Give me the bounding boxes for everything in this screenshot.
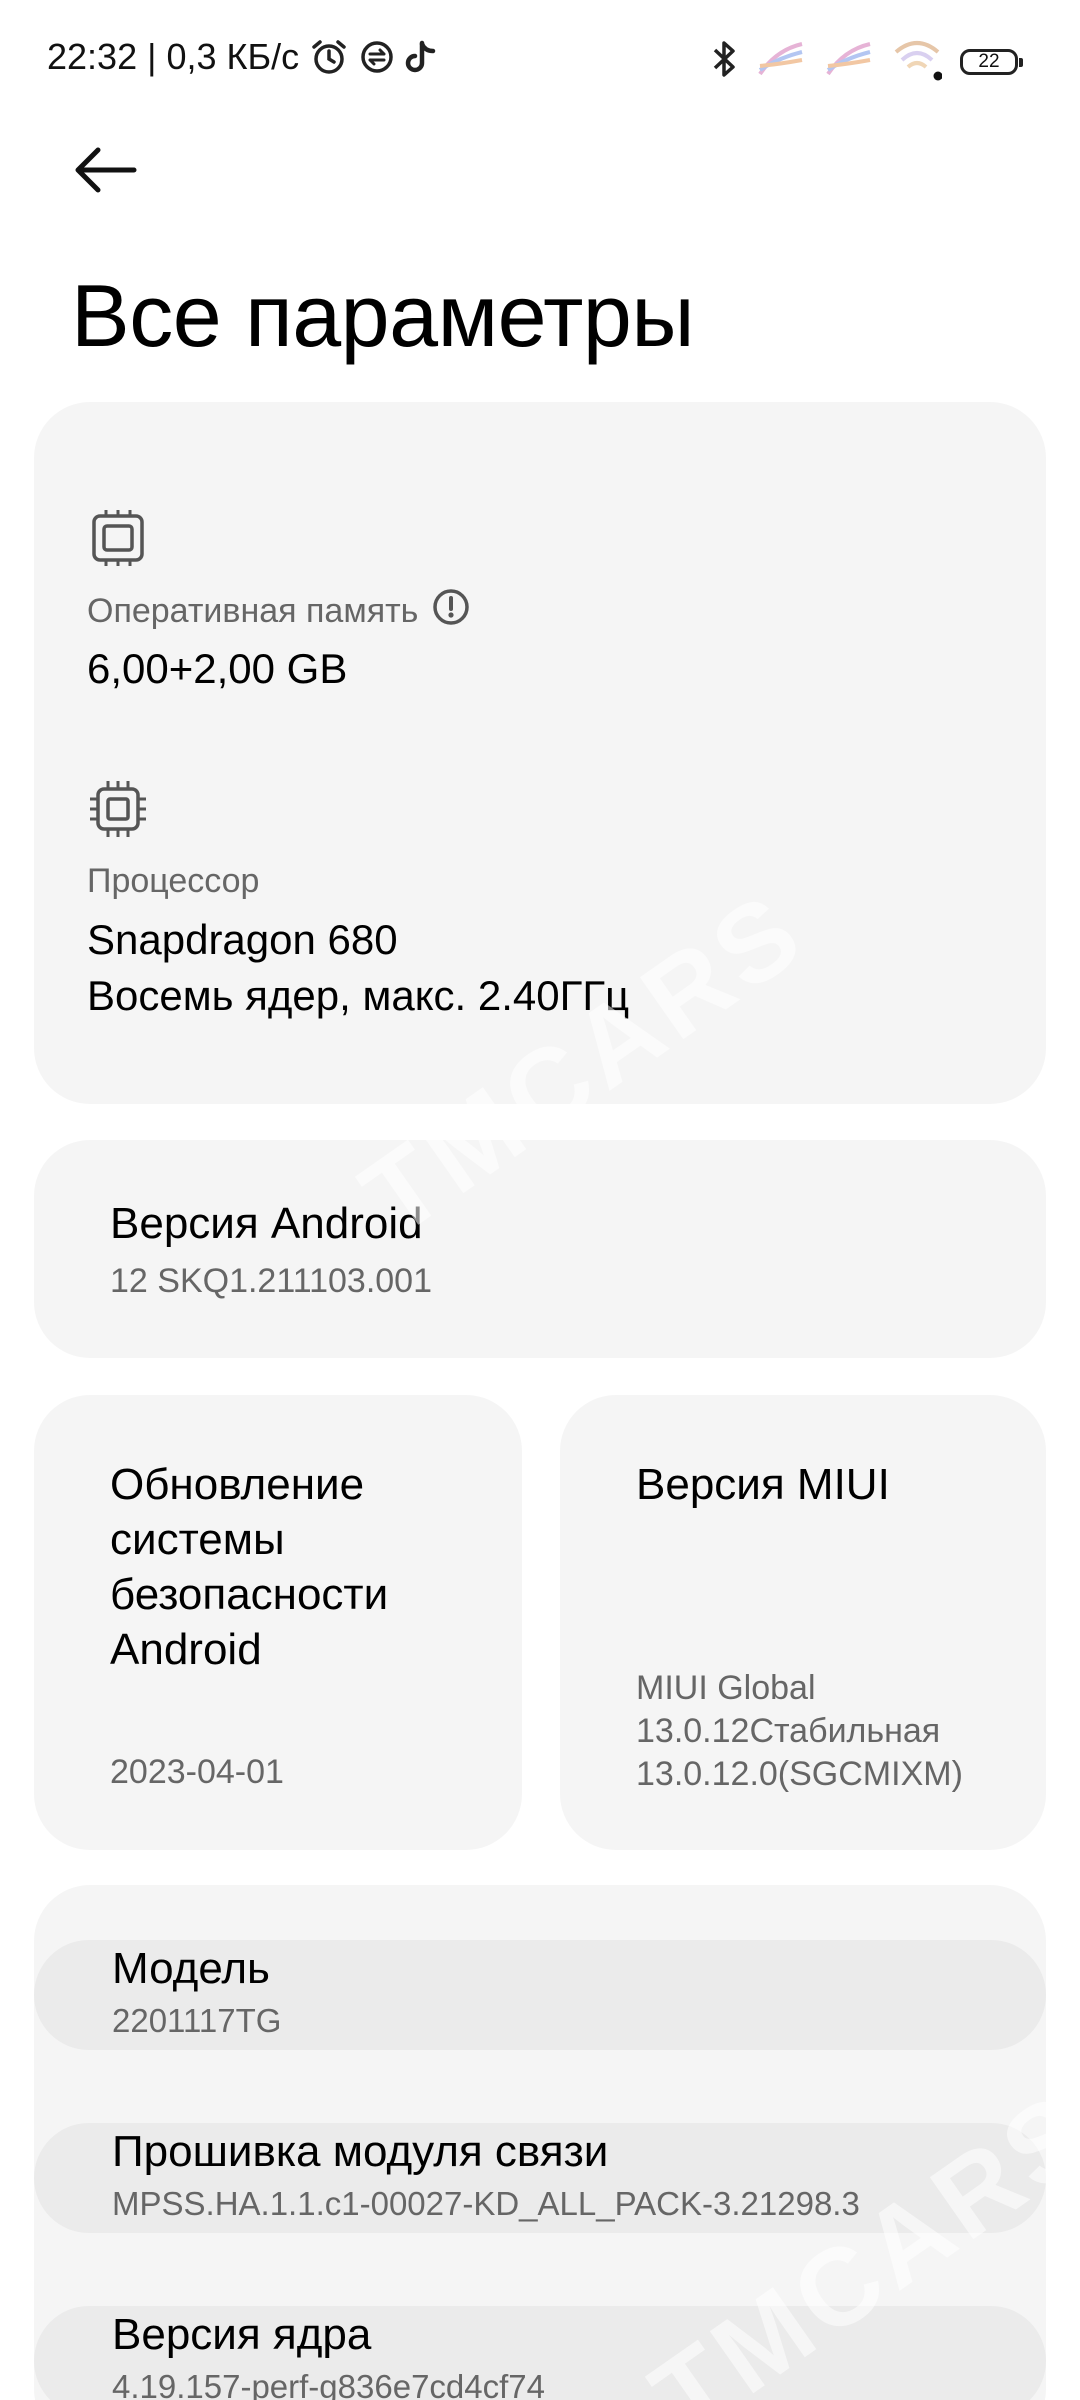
model-title: Модель bbox=[112, 1944, 270, 1993]
page-title: Все параметры bbox=[71, 266, 695, 365]
status-bar: 22:32 | 0,3 КБ/с 22 bbox=[0, 0, 1080, 120]
cpu-label-text: Процессор bbox=[87, 862, 260, 900]
security-update-value: 2023-04-01 bbox=[110, 1753, 284, 1791]
ram-label: Оперативная память bbox=[87, 592, 419, 630]
baseband-value: MPSS.HA.1.1.c1-00027-KD_ALL_PACK-3.21298… bbox=[112, 2185, 860, 2222]
info-icon[interactable] bbox=[432, 588, 470, 635]
status-left: 22:32 | 0,3 КБ/с bbox=[47, 36, 437, 78]
settings-screen: 22:32 | 0,3 КБ/с 22 Все параметры Операт… bbox=[0, 0, 1080, 2400]
signal-icon bbox=[756, 40, 806, 83]
processor-chip-icon bbox=[86, 777, 150, 846]
cpu-value-line2: Восемь ядер, макс. 2.40ГГц bbox=[87, 972, 630, 1019]
security-title-line: системы bbox=[110, 1515, 285, 1564]
miui-version-value: MIUI Global 13.0.12Стабильная 13.0.12.0(… bbox=[636, 1667, 963, 1796]
android-version-card[interactable]: Версия Android 12 SKQ1.211103.001 bbox=[34, 1140, 1046, 1358]
kernel-title: Версия ядра bbox=[112, 2310, 372, 2359]
signal-icon bbox=[824, 40, 874, 83]
baseband-title: Прошивка модуля связи bbox=[112, 2127, 609, 2176]
tiktok-icon bbox=[405, 39, 437, 75]
security-update-title: Обновление системы безопасности Android bbox=[110, 1457, 388, 1677]
cpu-value-line1: Snapdragon 680 bbox=[87, 916, 398, 963]
security-update-card[interactable]: Обновление системы безопасности Android … bbox=[34, 1395, 522, 1850]
miui-version-card[interactable]: Версия MIUI MIUI Global 13.0.12Стабильна… bbox=[560, 1395, 1046, 1850]
ram-label-row: Оперативная память bbox=[87, 588, 470, 635]
miui-value-line: 13.0.12.0(SGCMIXM) bbox=[636, 1755, 963, 1793]
device-info-list: Модель 2201117TG Прошивка модуля связи M… bbox=[34, 1885, 1046, 2400]
list-item-model[interactable]: Модель 2201117TG bbox=[34, 1940, 1046, 2050]
security-title-line: Обновление bbox=[110, 1460, 365, 1509]
back-arrow-icon bbox=[75, 147, 137, 193]
list-item-kernel[interactable]: Версия ядра 4.19.157-perf-g836e7cd4cf74 bbox=[34, 2306, 1046, 2400]
cpu-label: Процессор bbox=[87, 862, 259, 901]
status-time-speed: 22:32 | 0,3 КБ/с bbox=[47, 36, 300, 77]
miui-value-line: MIUI Global bbox=[636, 1669, 816, 1707]
kernel-value: 4.19.157-perf-g836e7cd4cf74 bbox=[112, 2368, 545, 2400]
memory-chip-icon bbox=[86, 506, 150, 575]
hardware-card: Оперативная память 6,00+2,00 GB Процессо… bbox=[34, 402, 1046, 1104]
battery-indicator: 22 bbox=[960, 48, 1023, 75]
security-title-line: безопасности bbox=[110, 1570, 389, 1619]
model-value: 2201117TG bbox=[112, 2002, 282, 2039]
security-title-line: Android bbox=[110, 1625, 262, 1674]
ram-value: 6,00+2,00 GB bbox=[87, 645, 348, 692]
miui-value-line: 13.0.12Стабильная bbox=[636, 1712, 941, 1750]
android-version-title: Версия Android bbox=[110, 1199, 423, 1248]
android-version-value: 12 SKQ1.211103.001 bbox=[110, 1262, 433, 1300]
status-right: 22 bbox=[712, 36, 1023, 87]
miui-version-title: Версия MIUI bbox=[636, 1460, 890, 1509]
sync-icon bbox=[359, 39, 395, 75]
wifi-icon bbox=[892, 36, 943, 87]
alarm-icon bbox=[309, 37, 349, 77]
back-button[interactable] bbox=[70, 135, 140, 205]
bluetooth-icon bbox=[712, 38, 738, 85]
list-item-baseband[interactable]: Прошивка модуля связи MPSS.HA.1.1.c1-000… bbox=[34, 2123, 1046, 2233]
